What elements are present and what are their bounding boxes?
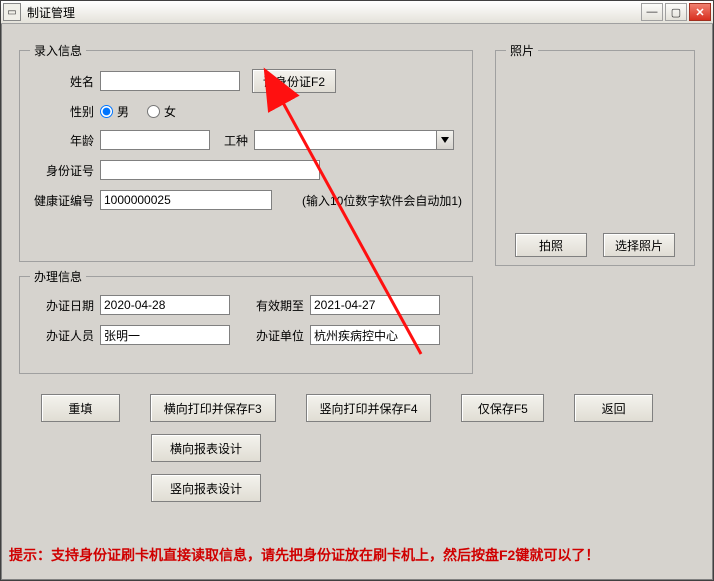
issue-unit-input[interactable] <box>310 325 440 345</box>
button-area: 重填 横向打印并保存F3 竖向打印并保存F4 仅保存F5 返回 横向报表设计 竖… <box>41 394 683 502</box>
photo-legend: 照片 <box>506 42 538 59</box>
issue-date-input[interactable] <box>100 295 230 315</box>
back-button[interactable]: 返回 <box>574 394 653 422</box>
chevron-down-icon <box>436 131 453 149</box>
age-input[interactable] <box>100 130 210 150</box>
choose-photo-button[interactable]: 选择照片 <box>603 233 675 257</box>
age-label: 年龄 <box>30 132 100 149</box>
handle-info-legend: 办理信息 <box>30 268 86 285</box>
hprint-button[interactable]: 横向打印并保存F3 <box>150 394 276 422</box>
healthno-label: 健康证编号 <box>30 192 100 209</box>
operator-input[interactable] <box>100 325 230 345</box>
input-info-legend: 录入信息 <box>30 42 86 59</box>
valid-until-label: 有效期至 <box>230 297 310 314</box>
vprint-button[interactable]: 竖向打印并保存F4 <box>306 394 432 422</box>
photo-preview <box>504 73 686 239</box>
hreport-button[interactable]: 横向报表设计 <box>151 434 261 462</box>
app-window: ▭ 制证管理 — ▢ ✕ 录入信息 姓名 读身份证F2 性别 男 <box>0 0 714 581</box>
gender-female-label: 女 <box>164 103 176 120</box>
jobtype-select[interactable] <box>254 130 454 150</box>
issue-date-label: 办证日期 <box>30 297 100 314</box>
name-input[interactable] <box>100 71 240 91</box>
gender-male-label: 男 <box>117 103 129 120</box>
read-id-button[interactable]: 读身份证F2 <box>252 69 336 93</box>
photo-group: 照片 拍照 选择照片 <box>495 42 695 266</box>
gender-female-input[interactable] <box>147 105 160 118</box>
issue-unit-label: 办证单位 <box>230 327 310 344</box>
hint-text: 提示：支持身份证刷卡机直接读取信息，请先把身份证放在刷卡机上，然后按盘F2键就可… <box>9 545 599 565</box>
jobtype-label: 工种 <box>210 132 254 149</box>
gender-label: 性别 <box>30 103 100 120</box>
window-title: 制证管理 <box>27 4 639 21</box>
idno-input[interactable] <box>100 160 320 180</box>
vreport-button[interactable]: 竖向报表设计 <box>151 474 261 502</box>
name-label: 姓名 <box>30 73 100 90</box>
valid-until-input[interactable] <box>310 295 440 315</box>
reset-button[interactable]: 重填 <box>41 394 120 422</box>
minimize-button[interactable]: — <box>641 3 663 21</box>
titlebar: ▭ 制证管理 — ▢ ✕ <box>1 1 713 24</box>
saveonly-button[interactable]: 仅保存F5 <box>461 394 544 422</box>
app-icon: ▭ <box>3 3 21 21</box>
maximize-button[interactable]: ▢ <box>665 3 687 21</box>
input-info-group: 录入信息 姓名 读身份证F2 性别 男 女 年龄 <box>19 42 473 262</box>
healthno-hint: (输入10位数字软件会自动加1) <box>302 192 462 209</box>
take-photo-button[interactable]: 拍照 <box>515 233 587 257</box>
gender-male-input[interactable] <box>100 105 113 118</box>
handle-info-group: 办理信息 办证日期 有效期至 办证人员 办证单位 <box>19 268 473 374</box>
healthno-input[interactable] <box>100 190 272 210</box>
close-button[interactable]: ✕ <box>689 3 711 21</box>
gender-female-radio[interactable]: 女 <box>147 103 176 120</box>
operator-label: 办证人员 <box>30 327 100 344</box>
idno-label: 身份证号 <box>30 162 100 179</box>
gender-male-radio[interactable]: 男 <box>100 103 129 120</box>
client-area: 录入信息 姓名 读身份证F2 性别 男 女 年龄 <box>1 24 713 581</box>
